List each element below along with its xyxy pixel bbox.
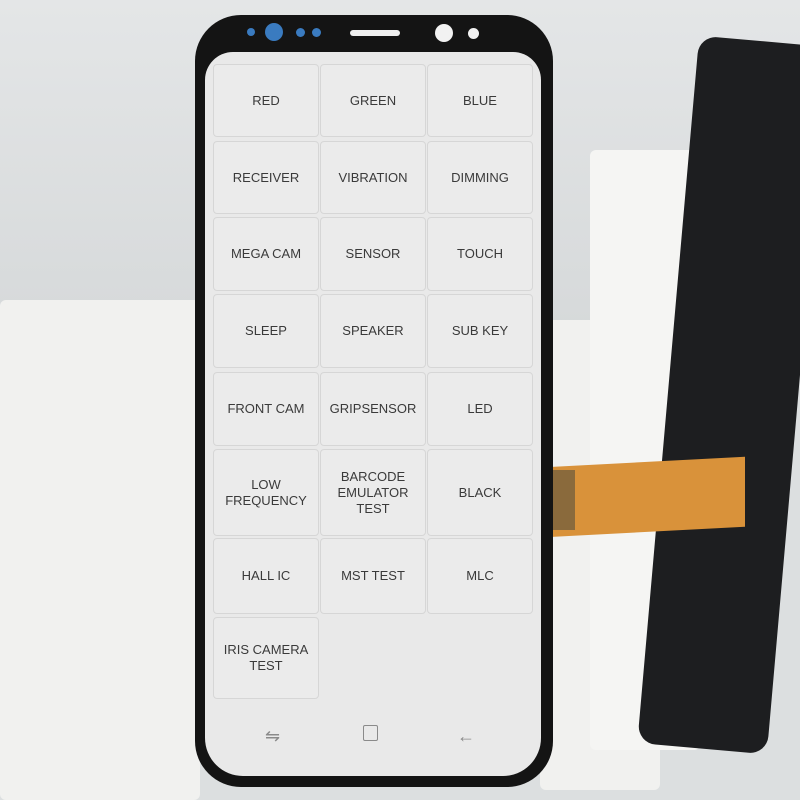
test-button-dimming[interactable]: DIMMING (427, 141, 533, 214)
sensor-dot-icon (247, 28, 255, 36)
test-button-receiver[interactable]: RECEIVER (213, 141, 319, 214)
test-button-hall-ic[interactable]: HALL IC (213, 538, 319, 614)
recent-apps-icon[interactable]: ⇋ (265, 726, 280, 747)
test-button-sub-key[interactable]: SUB KEY (427, 294, 533, 368)
test-button-blue[interactable]: BLUE (427, 64, 533, 137)
test-button-led[interactable]: LED (427, 372, 533, 446)
back-arrow-icon[interactable]: ← (457, 726, 475, 747)
test-button-speaker[interactable]: SPEAKER (320, 294, 426, 368)
test-button-sensor[interactable]: SENSOR (320, 217, 426, 291)
test-button-touch[interactable]: TOUCH (427, 217, 533, 291)
test-button-gripsensor[interactable]: GRIPSENSOR (320, 372, 426, 446)
flex-cable-connector (553, 470, 575, 530)
test-button-red[interactable]: RED (213, 64, 319, 137)
test-button-green[interactable]: GREEN (320, 64, 426, 137)
sensor-dot-icon (296, 28, 305, 37)
test-button-mst-test[interactable]: MST TEST (320, 538, 426, 614)
test-button-black[interactable]: BLACK (427, 449, 533, 536)
navigation-bar: ⇋ ← (205, 708, 541, 763)
test-button-low-frequency[interactable]: LOW FREQUENCY (213, 449, 319, 536)
test-button-barcode-emulator-test[interactable]: BARCODE EMULATOR TEST (320, 449, 426, 536)
test-button-vibration[interactable]: VIBRATION (320, 141, 426, 214)
test-button-iris-camera-test[interactable]: IRIS CAMERA TEST (213, 617, 319, 699)
test-button-mega-cam[interactable]: MEGA CAM (213, 217, 319, 291)
proximity-sensor-icon (468, 28, 479, 39)
front-camera-icon (435, 24, 453, 42)
test-button-front-cam[interactable]: FRONT CAM (213, 372, 319, 446)
test-button-sleep[interactable]: SLEEP (213, 294, 319, 368)
screen: RED GREEN BLUE RECEIVER VIBRATION DIMMING MEGA… (205, 52, 541, 776)
flex-cable (545, 456, 745, 538)
iris-camera-icon (265, 23, 283, 41)
test-button-mlc[interactable]: MLC (427, 538, 533, 614)
foam-block-left (0, 300, 200, 800)
earpiece-icon (350, 30, 400, 36)
home-icon[interactable] (363, 725, 378, 741)
sensor-dot-icon (312, 28, 321, 37)
